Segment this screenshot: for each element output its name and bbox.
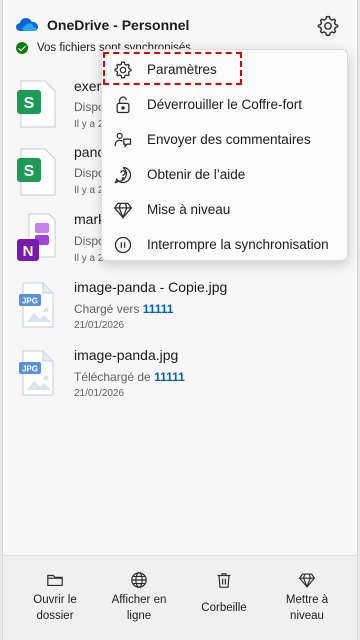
recycle-bin-button[interactable]: Corbeille [184, 556, 264, 640]
feedback-icon [114, 132, 132, 148]
folder-icon [47, 574, 63, 586]
onenote-icon: N [17, 213, 56, 261]
menu-item-help[interactable]: Obtenir de l’aide [102, 157, 347, 192]
toolbar-label: Corbeille [201, 602, 247, 614]
jpg-icon: JPG [19, 282, 54, 328]
file-status-prefix: Chargé vers [74, 302, 140, 316]
globe-icon [131, 572, 147, 588]
menu-item-label: Interrompre la synchronisation [147, 237, 329, 252]
file-name: panc [74, 144, 105, 160]
bottom-toolbar: Ouvrir le dossier Afficher en ligne Corb… [3, 555, 357, 640]
app-title: OneDrive - Personnel [47, 17, 190, 33]
toolbar-label: Mettre à niveau [285, 594, 329, 622]
menu-item-label: Envoyer des commentaires [147, 132, 311, 147]
file-date: Il y a 2 [74, 185, 104, 196]
file-status-prefix: Téléchargé de [74, 370, 151, 384]
sheets-icon: S [17, 148, 56, 196]
diamond-icon [113, 202, 133, 219]
folder-link[interactable]: 11111 [154, 370, 185, 384]
menu-item-feedback[interactable]: Envoyer des commentaires [102, 122, 347, 157]
menu-item-label: Obtenir de l’aide [147, 167, 246, 182]
lock-icon [116, 95, 130, 113]
menu-item-upgrade[interactable]: Mise à niveau [102, 192, 347, 227]
list-item[interactable]: JPG image-panda.jpg Téléchargé de 11111 … [3, 343, 357, 413]
svg-text:S: S [24, 95, 35, 112]
svg-text:JPG: JPG [22, 365, 38, 374]
settings-menu: Paramètres Déverrouiller le Coffre-fort … [101, 49, 348, 261]
sheets-icon: S [17, 80, 56, 128]
settings-gear-button[interactable] [316, 14, 340, 38]
file-date: Il y a 2 [74, 119, 104, 130]
help-icon [114, 166, 132, 184]
file-status: Chargé vers 11111 [74, 302, 173, 316]
pause-icon [114, 236, 132, 253]
menu-item-label: Déverrouiller le Coffre-fort [147, 97, 303, 112]
highlight-annotation [103, 52, 242, 85]
list-item[interactable]: JPG image-panda - Copie.jpg Chargé vers … [3, 275, 357, 345]
file-status: Téléchargé de 11111 [74, 370, 185, 384]
file-name: image-panda - Copie.jpg [74, 279, 228, 295]
file-name: image-panda.jpg [74, 347, 179, 363]
folder-link[interactable]: 11111 [143, 302, 174, 316]
file-date: Il y a 2 [74, 253, 104, 264]
upgrade-button[interactable]: Mettre à niveau [267, 556, 347, 640]
svg-text:S: S [24, 163, 35, 180]
menu-item-label: Mise à niveau [147, 202, 231, 217]
toolbar-label: Afficher en ligne [111, 594, 167, 622]
view-online-button[interactable]: Afficher en ligne [99, 556, 179, 640]
diamond-icon [298, 573, 316, 589]
file-name: exer [74, 78, 102, 94]
check-icon [16, 42, 28, 54]
toolbar-label: Ouvrir le dossier [33, 594, 77, 622]
trash-icon [217, 573, 231, 588]
menu-item-unlock-vault[interactable]: Déverrouiller le Coffre-fort [102, 87, 347, 122]
onedrive-panel: OneDrive - Personnel Vos fichiers sont s… [2, 0, 358, 640]
file-date: 21/01/2026 [74, 320, 125, 331]
open-folder-button[interactable]: Ouvrir le dossier [15, 556, 95, 640]
svg-text:JPG: JPG [22, 297, 38, 306]
menu-item-pause-sync[interactable]: Interrompre la synchronisation [102, 227, 347, 262]
svg-text:N: N [23, 243, 34, 260]
onedrive-cloud-icon [16, 18, 38, 31]
jpg-icon: JPG [19, 350, 54, 396]
file-date: 21/01/2026 [74, 388, 125, 399]
